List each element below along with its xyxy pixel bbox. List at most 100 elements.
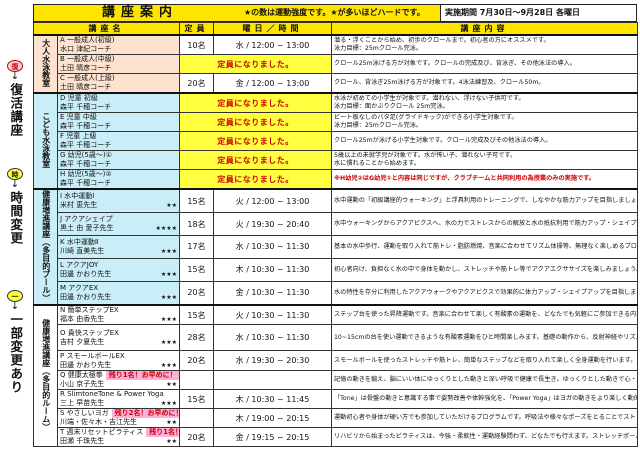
course-code: C 一般成人(上級): [60, 74, 115, 82]
content-line: 運動初心者や身体が硬い方でも参加していただけるプログラムです。呼吸法や様々なポー…: [334, 414, 637, 422]
content-line: スモールボールを使ったストレッチや筋トレ、簡単なステップなどを取り入れて楽しく全…: [334, 356, 637, 364]
table-row: こども水泳教室 D 児童 初級 森平 千穂コーチ 定員になりました。 水泳が初めての小学…: [33, 92, 638, 190]
remaining-badge: 残り2名！お早めに！: [111, 409, 179, 418]
course-code: N 簡単ステップEX: [60, 306, 119, 314]
course-content: ※H幼児②はG幼児①と内容は同じですが、クラブチームと共同利用の為授業のみの実施…: [331, 169, 638, 190]
capacity-cell: 10名: [179, 34, 214, 55]
full-notice: 定員になりました。: [179, 112, 332, 132]
course-code: H 幼児(5歳～)②: [60, 170, 112, 178]
course-content: 初心者向け、負担なく水の中で身体を動かし、ストレッチや筋トレ等でアクアエクササイ…: [331, 257, 638, 282]
intensity-stars: ★★: [166, 202, 177, 210]
time-cell: 火 / 12:00 ~ 13:00: [213, 188, 332, 214]
group-label-text: 健康増進講座（多目的プール）: [41, 190, 51, 302]
course-content: 10~15cmの台を使い運動できるような有酸素運動をひと時間楽しみます。基礎の動…: [331, 324, 638, 351]
time-cell: 木 / 10:30 ~ 11:45: [213, 389, 332, 409]
course-name-cell: D 児童 初級 森平 千穂コーチ: [57, 92, 180, 113]
teacher-name: 田邊 かおり先生: [60, 360, 112, 369]
content-line: 泳力目標：25mクロール完泳。: [334, 122, 423, 129]
capacity-cell: 17名: [179, 235, 214, 259]
intensity-stars: ★★★: [160, 361, 177, 369]
course-name-cell: A 一般成人(初級) 水口 津紀コーチ: [57, 34, 180, 55]
teacher-name: 小山 京子先生: [60, 380, 105, 388]
time-cell: 水 / 19:30 ~ 20:30: [213, 350, 332, 371]
course-name-cell: J アクアシェイプ 黒土 由 愛子先生 ★★★★: [57, 212, 180, 237]
content-line: 潜る・浮くことから始め、初歩のクロールまで。初心者の方にオススメです。: [334, 37, 550, 45]
table-row: S やさしいヨガ 残り2名！お早めに！ 川端・佐々木・吉江先生 ★★ 木 / 19:00…: [34, 408, 638, 428]
capacity-cell: 20名: [179, 73, 214, 94]
time-cell: [213, 370, 332, 390]
course-code: J アクアシェイプ: [60, 215, 113, 224]
group-label-text: 健康増進講座（多目的ルーム）: [41, 319, 51, 431]
time-cell: 金 / 12:00 ~ 13:00: [213, 73, 332, 94]
table-row: R SlimtoneTone & Power Yoga 三上 早苗先生 ★★★ 15名…: [34, 389, 638, 409]
group-label-text: 大人水泳教室: [41, 39, 51, 87]
arrow-down-icon: ↓: [10, 71, 20, 82]
side-text-time: 時間変更: [8, 191, 24, 245]
capacity-cell: 20名: [179, 427, 214, 447]
capacity-cell: [179, 370, 214, 390]
teacher-name: 米村 恵先生: [60, 201, 98, 210]
course-code: K 水中運動Ⅱ: [60, 237, 99, 246]
group-label-kids: こども水泳教室: [33, 92, 58, 190]
table-row: 健康増進講座（多目的プール） I 水中運動Ⅰ 米村 恵先生 ★★ 15名火 / 12:0…: [33, 188, 638, 306]
course-content: 水の特性を存分に利用したアクアウォークやアクアビクスで効果的に体力アップ・シェイ…: [331, 280, 638, 306]
table-row: Q 健康太極拳 残り1名！お早めに！ 小山 京子先生 ★★ 記憶の動きを鍛え、脳にいい体…: [34, 370, 638, 390]
content-line: 水中ウォーキングからアクアビクスへ、水の力でストレスからの解放と水の抵抗利用で筋…: [334, 220, 637, 228]
time-cell: 火 / 19:30 ~ 20:40: [213, 212, 332, 237]
course-content: 5歳以上の未就学児が対象です。水が怖い子、潜れない子可です。 水に慣れることから始…: [331, 150, 638, 170]
time-cell: 水 / 10:30 ~ 11:30: [213, 235, 332, 259]
table-row: G 幼児(5歳～)① 森平 千穂コーチ 定員になりました。 5歳以上の未就学児が対象で…: [34, 150, 638, 170]
capacity-cell: 15名: [179, 389, 214, 409]
course-code: E 児童 中級: [60, 113, 97, 122]
course-table: 講座名 定員 曜日／時間 講座内容 大人水泳教室 A 一般成人(初級) 水口 津紀コ…: [33, 22, 638, 447]
course-name-cell: M アクアEX 田邊 かおり先生 ★★★: [57, 280, 180, 306]
content-line: クロール25mが泳げる小学生対象です。クロール完成及びその他泳法の導入。: [334, 137, 552, 145]
course-name-cell: E 児童 中級 森平 千穂コーチ: [57, 112, 180, 132]
table-row: O 貴快ステップEX 吉村 夕夏先生 ★★★ 28名水 / 10:30 ~ 11:30…: [34, 324, 638, 351]
intensity-stars: ★★: [166, 438, 177, 445]
intensity-stars: ★★★: [160, 247, 177, 255]
full-notice: 定員になりました。: [179, 54, 332, 74]
course-name-cell: Q 健康太極拳 残り1名！お早めに！ 小山 京子先生 ★★: [57, 370, 180, 390]
capacity-cell: 18名: [179, 212, 214, 237]
course-content: 基本の水中歩行、運動を取り入れて筋トレ・脂肪燃焼、音楽に合わせてリズム体操等、無…: [331, 235, 638, 259]
course-content: スモールボールを使ったストレッチや筋トレ、簡単なステップなどを取り入れて楽しく全…: [331, 350, 638, 371]
content-line: 泳力目標：25mクロール完泳。: [334, 45, 423, 52]
capacity-cell: 28名: [179, 324, 214, 351]
capacity-cell: 20名: [179, 350, 214, 371]
intensity-stars: ★★★★: [155, 225, 177, 233]
table-row: 大人水泳教室 A 一般成人(初級) 水口 津紀コーチ 10名水 / 12:00 ~ 1…: [33, 34, 638, 94]
content-line: 10~15cmの台を使い運動できるような有酸素運動をひと時間楽しみます。基礎の動…: [334, 333, 637, 341]
course-name-cell: L アクアJOY 田邊 かおり先生 ★★★: [57, 257, 180, 282]
capacity-cell: 15名: [179, 304, 214, 325]
course-code: D 児童 初級: [60, 94, 98, 102]
course-code: G 幼児(5歳～)①: [60, 151, 112, 160]
full-notice: 定員になりました。: [179, 169, 332, 190]
course-name-cell: O 貴快ステップEX 吉村 夕夏先生 ★★★: [57, 324, 180, 351]
table-row: H 幼児(5歳～)② 森平 千穂コーチ 定員になりました。 ※H幼児②はG幼児①と内容…: [34, 169, 638, 190]
course-name-cell: H 幼児(5歳～)② 森平 千穂コーチ: [57, 169, 180, 190]
course-content: 水中運動の「初級講座的ウォーキング」と浮具利用のトレーニングで、しなやかな筋力ア…: [331, 188, 638, 214]
intensity-stars: ★★★: [160, 270, 177, 278]
capacity-cell: [179, 408, 214, 428]
group-label-pool: 健康増進講座（多目的プール）: [33, 188, 58, 306]
arrow-down-icon: ↓: [10, 179, 20, 190]
course-content: 「Tone」は骨盤の動きと意識する事で姿勢改善や体幹強化を、「Power Yog…: [331, 389, 638, 409]
course-code: M アクアEX: [60, 283, 99, 292]
course-name-cell: R SlimtoneTone & Power Yoga 三上 早苗先生 ★★★: [57, 389, 180, 409]
capacity-cell: 20名: [179, 280, 214, 306]
teacher-name: 森平 千穂コーチ: [60, 103, 112, 111]
course-code: B 一般成人(中級): [60, 55, 115, 64]
course-name-cell: P スモールボールEX 田邊 かおり先生 ★★★: [57, 350, 180, 371]
time-cell: 火 / 10:30 ~ 11:30: [213, 304, 332, 325]
teacher-name: 水口 津紀コーチ: [60, 45, 112, 53]
course-content: 記憶の動きを鍛え、脳にいい体にゆっくりとした動きと深い呼吸で健康で長生き。ゆっく…: [331, 370, 638, 390]
page-title: 講座案内: [102, 5, 179, 20]
content-line: 基本の水中歩行、運動を取り入れて筋トレ・脂肪燃焼、音楽に合わせてリズム体操等、無…: [334, 243, 637, 251]
full-notice: 定員になりました。: [179, 92, 332, 113]
capacity-cell: 15名: [179, 257, 214, 282]
content-line: 泳力目標：面かぶりクロール 25m完泳。: [334, 103, 449, 110]
period-text: 実施期間 7月30日～9月28日 各曜日: [440, 5, 636, 21]
table-row: C 一般成人(上級) 土田 晴彦コーチ 20名金 / 12:00 ~ 13:00 クロ…: [34, 73, 638, 94]
table-row: K 水中運動Ⅱ 川崎 直美先生 ★★★ 17名水 / 10:30 ~ 11:30 基本の…: [34, 235, 638, 259]
